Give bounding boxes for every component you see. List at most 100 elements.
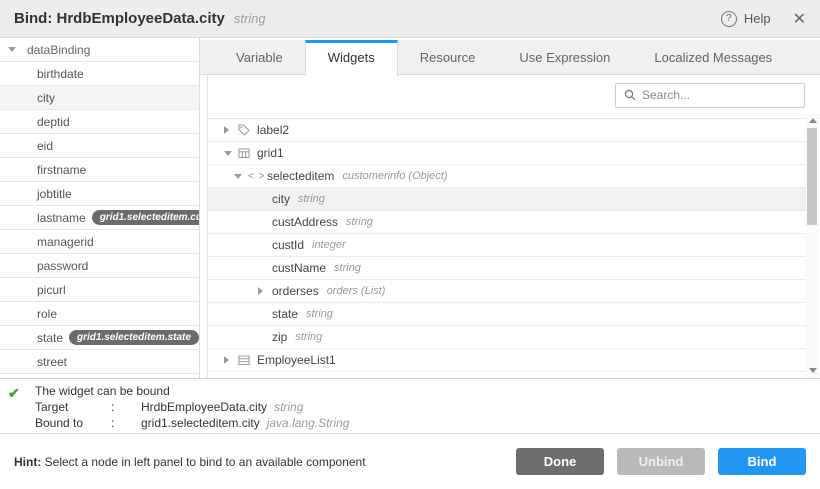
chevron-down-icon[interactable] (234, 174, 248, 179)
tree-row-orderses[interactable]: orderses orders (List) (208, 280, 806, 303)
help-button[interactable]: Help (744, 11, 771, 26)
angle-brackets-icon: < > (248, 171, 267, 182)
tree-node-type: string (346, 216, 373, 228)
tree-node-type: string (295, 331, 322, 343)
sidebar-item-lastname[interactable]: lastname grid1.selecteditem.custNam (0, 206, 199, 230)
sidebar-item-role[interactable]: role (0, 302, 199, 326)
tree-node-label: selecteditem (267, 169, 334, 183)
hint-text: Hint: Select a node in left panel to bin… (14, 455, 366, 469)
sidebar-item-eid[interactable]: eid (0, 134, 199, 158)
tree-node-type: customerinfo (Object) (342, 170, 447, 182)
sidebar-item-jobtitle[interactable]: jobtitle (0, 182, 199, 206)
status-separator: : (111, 399, 141, 415)
tree-row-custid[interactable]: custId integer (208, 234, 806, 257)
tab-bar: Variable Widgets Resource Use Expression… (200, 40, 820, 75)
tab-variable[interactable]: Variable (214, 40, 305, 75)
dialog-footer: Hint: Select a node in left panel to bin… (0, 433, 820, 489)
tree-node-label: state (272, 307, 298, 321)
status-target-row: Target:HrdbEmployeeData.city string (35, 399, 820, 415)
tree-node-type: string (306, 308, 333, 320)
status-message: The widget can be bound (35, 383, 820, 399)
sidebar-item-street[interactable]: street (0, 350, 199, 374)
sidebar-item-label: city (37, 91, 55, 105)
tree-node-type: string (298, 193, 325, 205)
binding-badge: grid1.selecteditem.custNam (92, 210, 199, 225)
tab-localized-messages[interactable]: Localized Messages (632, 40, 794, 75)
sidebar-item-label: password (37, 259, 88, 273)
close-icon[interactable]: ✕ (793, 9, 806, 29)
tree-row-city[interactable]: city string (208, 188, 806, 211)
dialog-title-type: string (234, 11, 266, 26)
tree-node-type: integer (312, 239, 346, 251)
tab-widgets[interactable]: Widgets (305, 40, 398, 76)
tree-row-employeelist1[interactable]: EmployeeList1 (208, 349, 806, 372)
sidebar-item-label: role (37, 307, 57, 321)
chevron-down-icon[interactable] (8, 47, 16, 52)
tree-node-label: orderses (272, 284, 319, 298)
tree-node-label: zip (272, 330, 287, 344)
chevron-down-icon[interactable] (224, 151, 238, 156)
status-boundto-row: Bound to:grid1.selecteditem.cityjava.lan… (35, 415, 820, 431)
sidebar-item-label: birthdate (37, 67, 84, 81)
unbind-button[interactable]: Unbind (617, 448, 705, 475)
sidebar-item-firstname[interactable]: firstname (0, 158, 199, 182)
sidebar-item-state[interactable]: state grid1.selecteditem.state (0, 326, 199, 350)
status-separator: : (111, 415, 141, 431)
chevron-right-icon[interactable] (224, 356, 238, 364)
help-icon[interactable]: ? (721, 11, 737, 27)
scroll-down-icon[interactable] (809, 368, 817, 373)
bind-dialog: Bind: HrdbEmployeeData.city string ? Hel… (0, 0, 820, 489)
hint-body: Select a node in left panel to bind to a… (41, 455, 365, 469)
search-input[interactable] (642, 88, 797, 102)
bind-button[interactable]: Bind (718, 448, 806, 475)
sidebar-item-birthdate[interactable]: birthdate (0, 62, 199, 86)
sidebar-item-city[interactable]: city (0, 86, 199, 110)
scrollbar-thumb[interactable] (807, 128, 817, 225)
tab-resource[interactable]: Resource (398, 40, 498, 75)
tree-row-label2[interactable]: label2 (208, 119, 806, 142)
search-row (208, 75, 820, 115)
chevron-right-icon[interactable] (224, 126, 238, 134)
main-area: Variable Widgets Resource Use Expression… (200, 38, 820, 378)
grid-icon (238, 147, 257, 159)
tree-row-zip[interactable]: zip string (208, 326, 806, 349)
status-value: HrdbEmployeeData.city (141, 400, 267, 414)
sidebar-item-label: firstname (37, 163, 86, 177)
search-box[interactable] (615, 83, 805, 108)
sidebar-item-picurl[interactable]: picurl (0, 278, 199, 302)
title-bar: Bind: HrdbEmployeeData.city string ? Hel… (0, 0, 820, 38)
sidebar-item-label: lastname (37, 211, 86, 225)
tree-node-label: custAddress (272, 215, 338, 229)
done-button[interactable]: Done (516, 448, 604, 475)
tree-row-grid1[interactable]: grid1 (208, 142, 806, 165)
widgets-panel: label2 grid1 < > selecteditem customerin… (207, 75, 820, 378)
status-type: string (274, 400, 303, 414)
tree-row-state[interactable]: state string (208, 303, 806, 326)
scroll-up-icon[interactable] (809, 118, 817, 123)
tree-node-label: custName (272, 261, 326, 275)
sidebar-item-password[interactable]: password (0, 254, 199, 278)
tree-node-label: EmployeeList1 (257, 353, 336, 367)
hint-label: Hint: (14, 455, 41, 469)
sidebar-item-label: deptid (37, 115, 70, 129)
tree-row-selecteditem[interactable]: < > selecteditem customerinfo (Object) (208, 165, 806, 188)
status-label: Target (35, 399, 111, 415)
sidebar-item-databinding[interactable]: dataBinding (0, 38, 199, 62)
binding-sidebar: dataBinding birthdate city deptid eid fi… (0, 38, 200, 378)
tree-node-label: custId (272, 238, 304, 252)
sidebar-item-label: dataBinding (27, 43, 90, 57)
scrollbar[interactable] (806, 113, 819, 378)
list-icon (238, 354, 257, 366)
binding-status: ✔ The widget can be bound Target:HrdbEmp… (0, 378, 820, 433)
footer-buttons: Done Unbind Bind (516, 448, 806, 475)
check-icon: ✔ (8, 385, 20, 402)
tree-row-custname[interactable]: custName string (208, 257, 806, 280)
sidebar-item-deptid[interactable]: deptid (0, 110, 199, 134)
sidebar-item-managerid[interactable]: managerid (0, 230, 199, 254)
status-type: java.lang.String (267, 416, 350, 430)
tree-node-label: label2 (257, 123, 289, 137)
tab-use-expression[interactable]: Use Expression (497, 40, 632, 75)
tree-node-label: grid1 (257, 146, 284, 160)
tree-row-custaddress[interactable]: custAddress string (208, 211, 806, 234)
chevron-right-icon[interactable] (258, 287, 272, 295)
